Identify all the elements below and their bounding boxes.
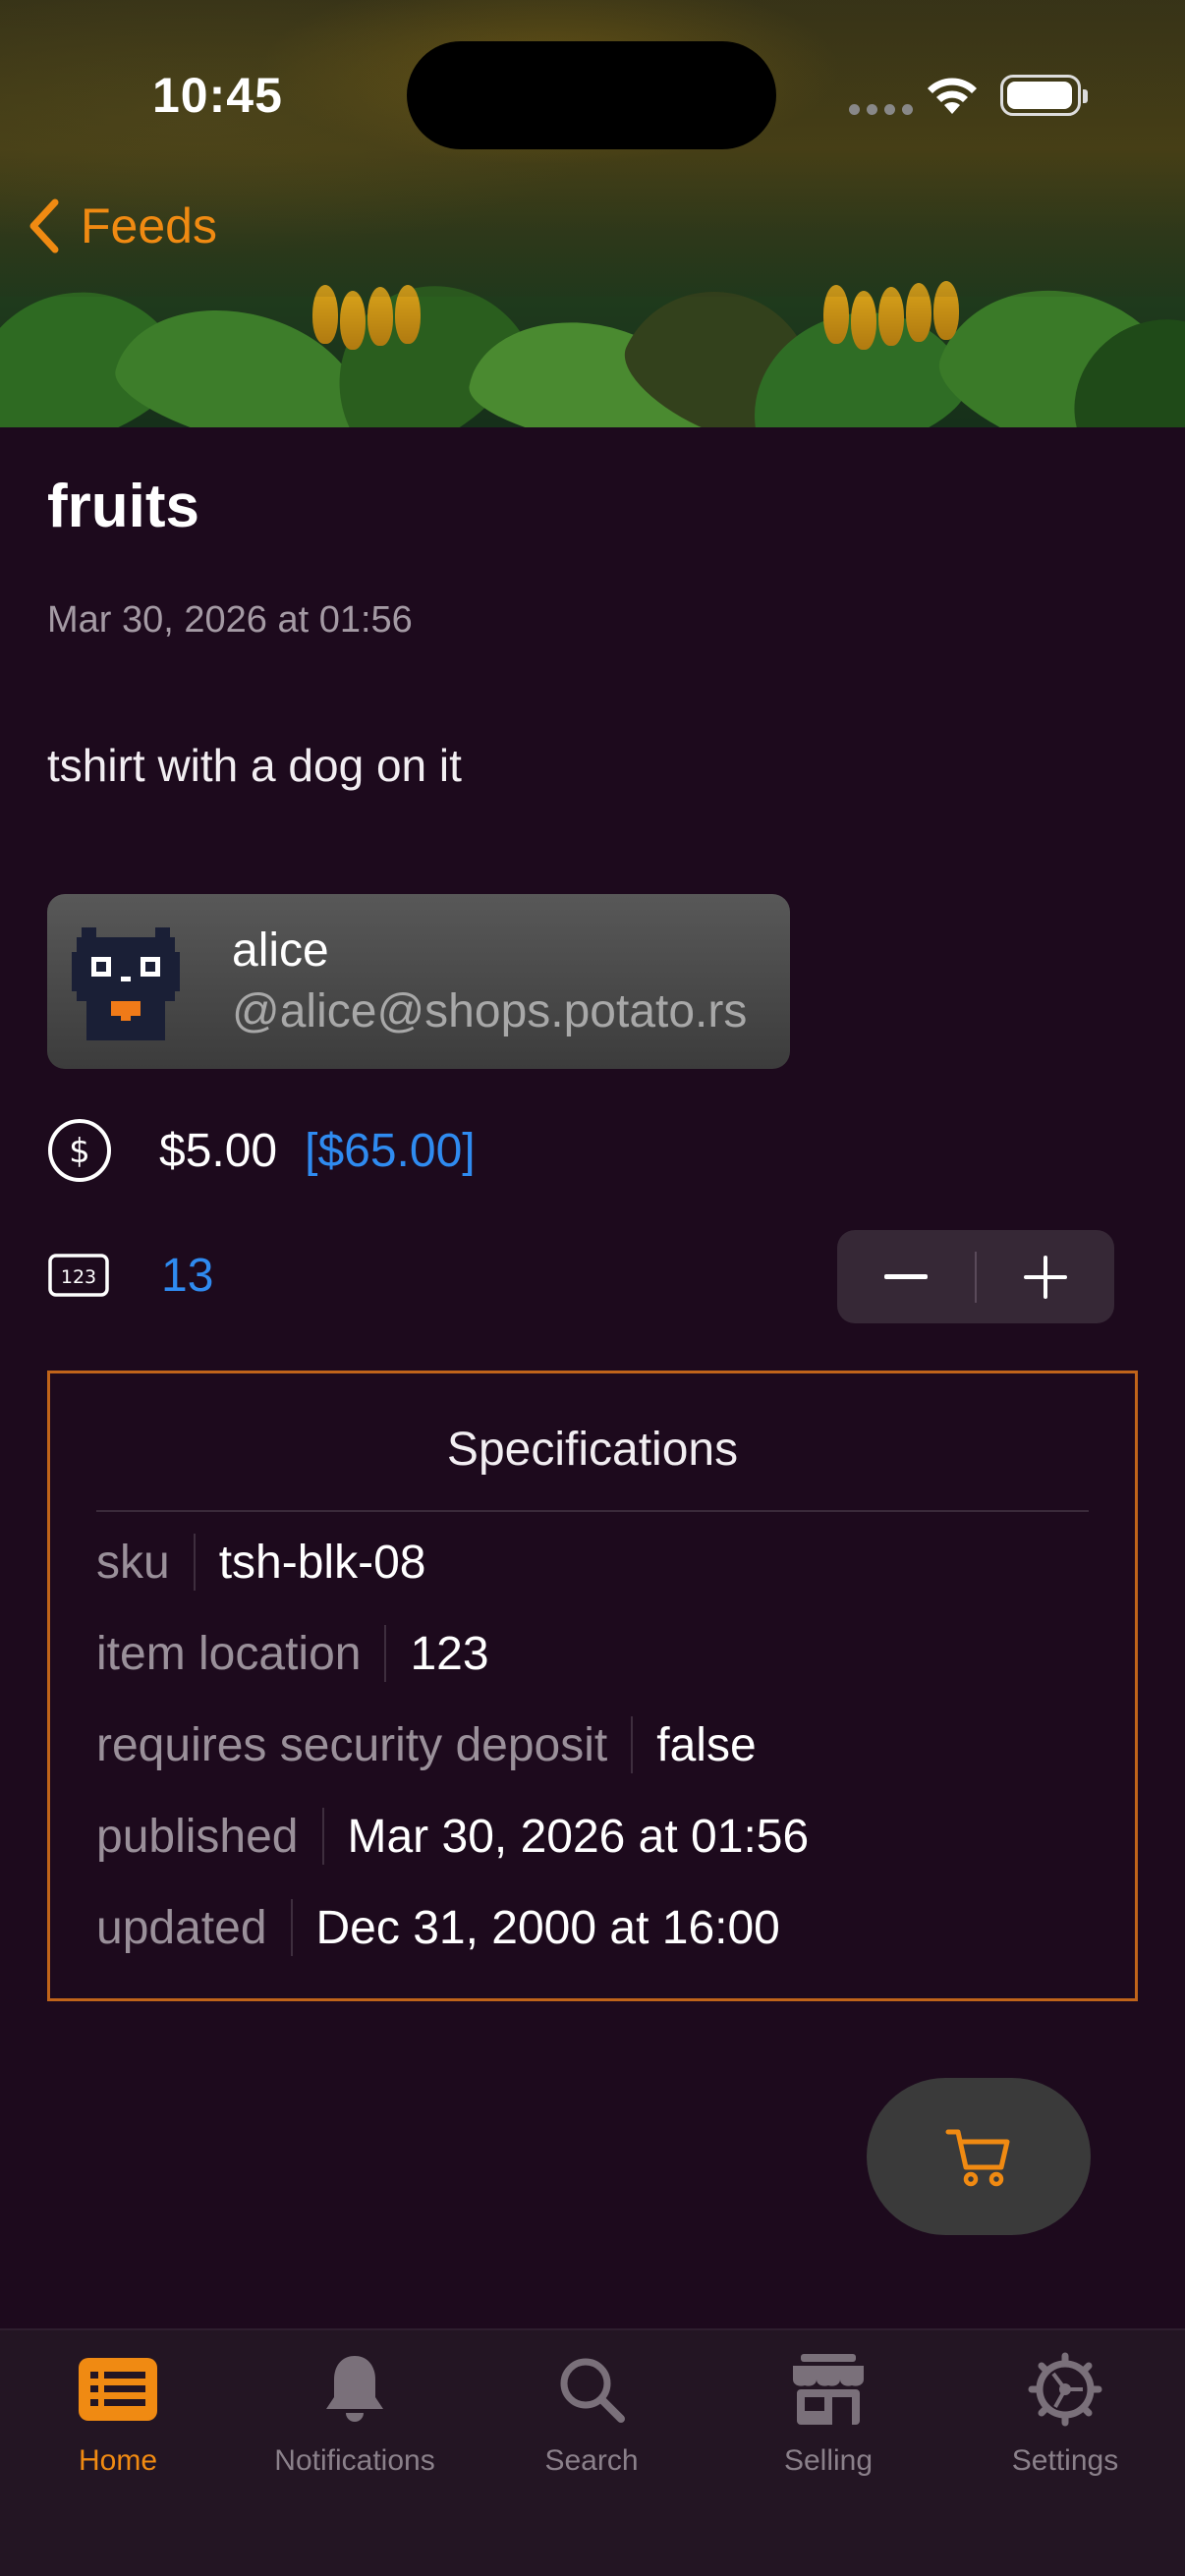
screen: 10:45 Feeds fruits Mar 30, 2026 at 01:56… xyxy=(0,0,1185,2576)
seller-name: alice xyxy=(232,924,329,977)
spec-row: sku tsh-blk-08 xyxy=(96,1533,425,1592)
spec-separator xyxy=(384,1625,387,1682)
back-label: Feeds xyxy=(81,198,217,253)
dollar-circle-icon: $ xyxy=(48,1119,111,1182)
spec-key: published xyxy=(96,1810,299,1863)
back-button[interactable]: Feeds xyxy=(26,196,217,255)
spec-value: tsh-blk-08 xyxy=(218,1536,426,1589)
seller-handle: @alice@shops.potato.rs xyxy=(232,985,748,1037)
spec-row: requires security deposit false xyxy=(96,1715,757,1774)
tab-home[interactable]: Home xyxy=(0,2330,236,2488)
storefront-icon xyxy=(793,2354,864,2425)
tab-label: Selling xyxy=(783,2444,874,2477)
seller-card[interactable]: alice @alice@shops.potato.rs xyxy=(47,894,790,1069)
spec-separator xyxy=(193,1534,196,1591)
cellular-signal-icon xyxy=(849,104,913,115)
price: $5.00 xyxy=(159,1124,278,1177)
tab-settings[interactable]: Settings xyxy=(947,2330,1183,2488)
tab-search[interactable]: Search xyxy=(474,2330,709,2488)
spec-key: updated xyxy=(96,1901,267,1954)
tab-label: Home xyxy=(78,2444,158,2477)
quantity-value: 13 xyxy=(161,1249,214,1302)
spec-row: updated Dec 31, 2000 at 16:00 xyxy=(96,1898,780,1957)
increment-button[interactable] xyxy=(977,1230,1114,1323)
spec-key: item location xyxy=(96,1627,362,1680)
spec-row: published Mar 30, 2026 at 01:56 xyxy=(96,1807,809,1866)
specifications-panel: Specifications sku tsh-blk-08 item locat… xyxy=(47,1371,1138,2001)
status-time: 10:45 xyxy=(152,68,283,123)
spec-separator xyxy=(321,1808,324,1865)
wifi-icon xyxy=(928,78,977,114)
price-row: $ $5.00 [$65.00] xyxy=(47,1115,476,1186)
chevron-left-icon xyxy=(29,198,59,253)
specifications-title: Specifications xyxy=(446,1424,739,1476)
listing-description: tshirt with a dog on it xyxy=(47,740,462,791)
battery-icon xyxy=(1000,75,1088,116)
magnifier-icon xyxy=(560,2358,625,2423)
cart-icon xyxy=(945,2129,1010,2187)
spec-row: item location 123 xyxy=(96,1624,489,1683)
divider xyxy=(96,1510,1089,1512)
quantity-row: 123 13 xyxy=(47,1240,213,1311)
add-to-cart-button[interactable] xyxy=(867,2078,1091,2235)
tab-bar: Home Notifications Search Selling Settin… xyxy=(0,2328,1185,2576)
spec-separator xyxy=(631,1716,634,1773)
quantity-stepper[interactable] xyxy=(837,1230,1114,1323)
spec-value: false xyxy=(656,1718,757,1771)
spec-key: requires security deposit xyxy=(96,1718,608,1771)
tab-notifications[interactable]: Notifications xyxy=(237,2330,473,2488)
spec-key: sku xyxy=(96,1536,170,1589)
tab-label: Settings xyxy=(1011,2444,1119,2477)
avatar xyxy=(72,927,180,1040)
listing-title: fruits xyxy=(47,473,199,540)
plus-icon xyxy=(1024,1255,1067,1299)
spec-value: Mar 30, 2026 at 01:56 xyxy=(347,1810,810,1863)
list-icon xyxy=(79,2358,157,2421)
listing-date: Mar 30, 2026 at 01:56 xyxy=(47,599,413,641)
spec-value: 123 xyxy=(410,1627,489,1680)
number-123-icon: 123 xyxy=(48,1254,109,1297)
gear-icon xyxy=(1028,2352,1102,2427)
bell-icon xyxy=(326,2356,383,2422)
svg-text:$: $ xyxy=(69,1132,90,1171)
tab-selling[interactable]: Selling xyxy=(710,2330,946,2488)
minus-icon xyxy=(884,1273,928,1279)
dynamic-island xyxy=(407,41,776,149)
spec-value: Dec 31, 2000 at 16:00 xyxy=(315,1901,780,1954)
svg-text:123: 123 xyxy=(61,1266,96,1288)
spec-separator xyxy=(290,1899,293,1956)
tab-label: Notifications xyxy=(274,2444,435,2477)
tab-label: Search xyxy=(544,2444,639,2477)
decrement-button[interactable] xyxy=(837,1230,975,1323)
price-total: [$65.00] xyxy=(305,1124,476,1177)
